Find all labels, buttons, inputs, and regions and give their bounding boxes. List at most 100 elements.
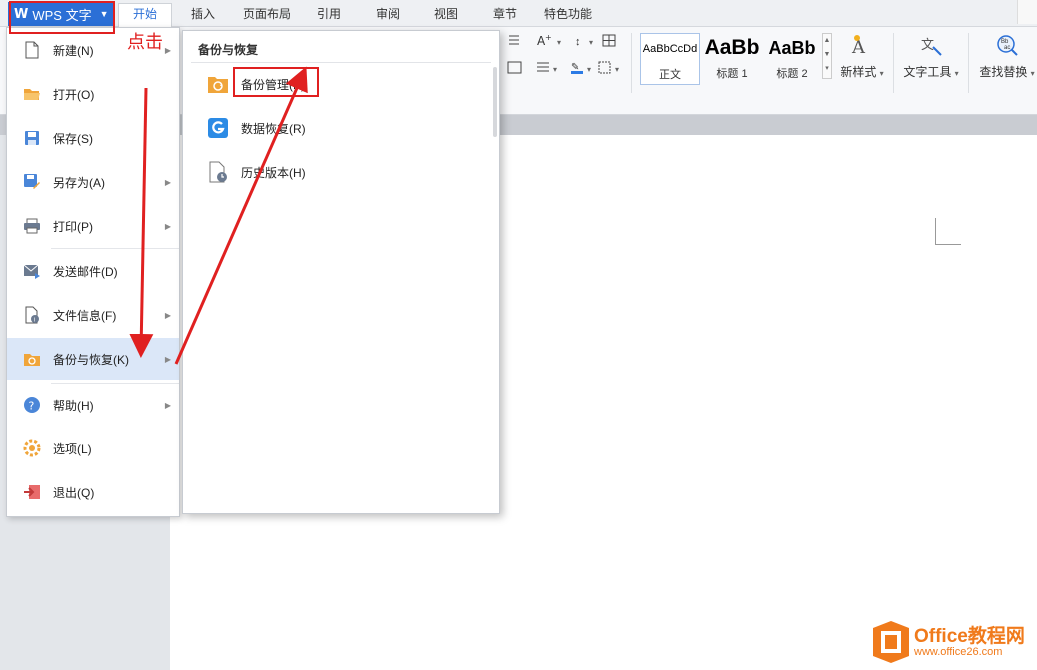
find-replace-button[interactable]: Bb ac 查找替换 ▾ <box>978 33 1036 80</box>
svg-text:▾: ▾ <box>587 65 591 74</box>
menu-item-send-mail[interactable]: 发送邮件(D) <box>7 251 179 291</box>
menu-item-label: 另存为(A) <box>53 175 105 190</box>
submenu-divider <box>191 62 491 63</box>
tab-references[interactable]: 引用 <box>317 4 341 26</box>
exit-icon <box>23 483 41 501</box>
menu-item-file-info[interactable]: i 文件信息(F) ▶ <box>7 295 179 335</box>
tab-features[interactable]: 特色功能 <box>544 4 592 26</box>
new-doc-icon <box>23 41 41 59</box>
ribbon-separator <box>968 33 969 93</box>
tab-insert[interactable]: 插入 <box>191 4 215 26</box>
text-tool-label: 文字工具 <box>903 65 952 79</box>
style-gallery-scroller[interactable]: ▲ ▼ ▾ <box>822 33 832 79</box>
backup-icon <box>23 350 41 368</box>
help-icon: ? <box>23 396 41 414</box>
submenu-item-label: 数据恢复(R) <box>241 121 306 136</box>
svg-text:?: ? <box>29 400 35 413</box>
tab-review[interactable]: 审阅 <box>376 4 400 26</box>
style-heading-1-label: 标题 1 <box>716 68 748 80</box>
ribbon-separator <box>893 33 894 93</box>
style-normal[interactable]: AaBbCcDd 正文 <box>640 33 700 85</box>
watermark-url: www.office26.com <box>914 646 1003 658</box>
menu-separator <box>51 383 179 384</box>
data-recovery-icon <box>207 117 229 139</box>
tab-view[interactable]: 视图 <box>434 4 458 26</box>
style-heading-2-label: 标题 2 <box>776 68 808 80</box>
watermark: Office教程网 www.office26.com <box>872 620 1032 666</box>
highlight-box-backup-management <box>233 67 319 97</box>
submenu-scrollbar[interactable] <box>493 67 497 137</box>
menu-item-label: 选项(L) <box>53 441 92 456</box>
menu-item-save-as[interactable]: 另存为(A) ▶ <box>7 162 179 202</box>
open-folder-icon <box>23 85 41 103</box>
style-normal-label: 正文 <box>659 69 681 81</box>
window-control-button[interactable] <box>1017 0 1037 24</box>
history-version-icon <box>207 161 229 183</box>
svg-text:↕: ↕ <box>575 36 581 48</box>
print-icon <box>23 217 41 235</box>
text-tool-button[interactable]: 文 文字工具 ▾ <box>902 33 960 80</box>
menu-item-exit[interactable]: 退出(Q) <box>7 472 179 512</box>
menu-item-print[interactable]: 打印(P) ▶ <box>7 206 179 246</box>
new-style-button[interactable]: A 新样式 ▾ <box>838 33 886 80</box>
mail-icon <box>23 262 41 280</box>
menu-item-label: 备份与恢复(K) <box>53 352 129 367</box>
highlight-box-wps-button <box>9 1 115 34</box>
menu-item-label: 保存(S) <box>53 131 93 146</box>
file-info-icon: i <box>23 306 41 324</box>
submenu-arrow-icon: ▶ <box>164 45 171 55</box>
style-heading-1-sample: AaBb <box>704 36 760 59</box>
menu-item-help[interactable]: ? 帮助(H) ▶ <box>7 385 179 425</box>
menu-item-label: 打开(O) <box>53 87 95 102</box>
submenu-arrow-icon: ▶ <box>164 177 171 187</box>
find-replace-icon: Bb ac <box>995 33 1019 57</box>
style-heading-2[interactable]: AaBb 标题 2 <box>763 33 821 85</box>
menu-item-options[interactable]: 选项(L) <box>7 428 179 468</box>
menu-item-save[interactable]: 保存(S) <box>7 118 179 158</box>
menu-item-label: 打印(P) <box>53 219 93 234</box>
backup-restore-submenu: 备份与恢复 备份管理(K) 数据恢复(R) 历史版本(H) <box>182 30 500 514</box>
style-normal-sample: AaBbCcDd <box>642 43 698 55</box>
menu-item-label: 文件信息(F) <box>53 308 117 323</box>
menu-item-open[interactable]: 打开(O) <box>7 74 179 114</box>
backup-folder-icon <box>207 73 229 95</box>
svg-text:▾: ▾ <box>553 65 557 74</box>
tab-page-layout[interactable]: 页面布局 <box>243 4 291 26</box>
submenu-arrow-icon: ▶ <box>164 310 171 320</box>
svg-text:i: i <box>34 318 35 324</box>
svg-text:文: 文 <box>921 38 934 53</box>
save-as-icon <box>23 173 41 191</box>
tab-home[interactable]: 开始 <box>118 3 173 27</box>
watermark-brand: Office教程网 <box>914 626 1025 647</box>
svg-text:ac: ac <box>1004 45 1010 51</box>
tab-chapter[interactable]: 章节 <box>493 4 517 26</box>
menu-item-label: 帮助(H) <box>53 398 94 413</box>
submenu-arrow-icon: ▶ <box>164 400 171 410</box>
menu-item-backup-restore[interactable]: 备份与恢复(K) ▶ <box>7 338 179 380</box>
page-margin-marker <box>935 218 961 245</box>
submenu-item-label: 历史版本(H) <box>241 165 306 180</box>
submenu-item-data-recovery[interactable]: 数据恢复(R) <box>207 113 467 143</box>
menu-item-label: 退出(Q) <box>53 485 95 500</box>
style-heading-1[interactable]: AaBb 标题 1 <box>703 33 761 85</box>
submenu-arrow-icon: ▶ <box>164 354 171 364</box>
gear-icon <box>23 439 41 457</box>
svg-text:✎: ✎ <box>571 62 579 73</box>
svg-text:▾: ▾ <box>615 65 619 74</box>
file-menu: 新建(N) ▶ 打开(O) 保存(S) 另存为(A) ▶ 打印(P) ▶ 发送邮… <box>6 27 180 517</box>
submenu-title: 备份与恢复 <box>198 43 259 57</box>
menu-item-label: 新建(N) <box>53 43 94 58</box>
title-tab-bar: W WPS 文字 ▼ 开始 插入 页面布局 引用 审阅 视图 章节 特色功能 <box>0 0 1037 27</box>
submenu-item-history-version[interactable]: 历史版本(H) <box>207 157 467 187</box>
find-replace-label: 查找替换 <box>979 65 1028 79</box>
save-icon <box>23 129 41 147</box>
ribbon-separator <box>631 33 632 93</box>
paragraph-format-icon[interactable]: A + ▾ ↕ ▾ <box>507 33 627 52</box>
submenu-arrow-icon: ▶ <box>164 221 171 231</box>
text-tool-icon: 文 <box>919 33 943 57</box>
menu-separator <box>51 248 179 249</box>
menu-item-label: 发送邮件(D) <box>53 264 118 279</box>
new-style-icon: A <box>850 33 874 58</box>
alignment-tools-icon[interactable]: ▾ ✎ ▾ ▾ <box>507 60 627 79</box>
svg-text:▾: ▾ <box>589 38 593 47</box>
